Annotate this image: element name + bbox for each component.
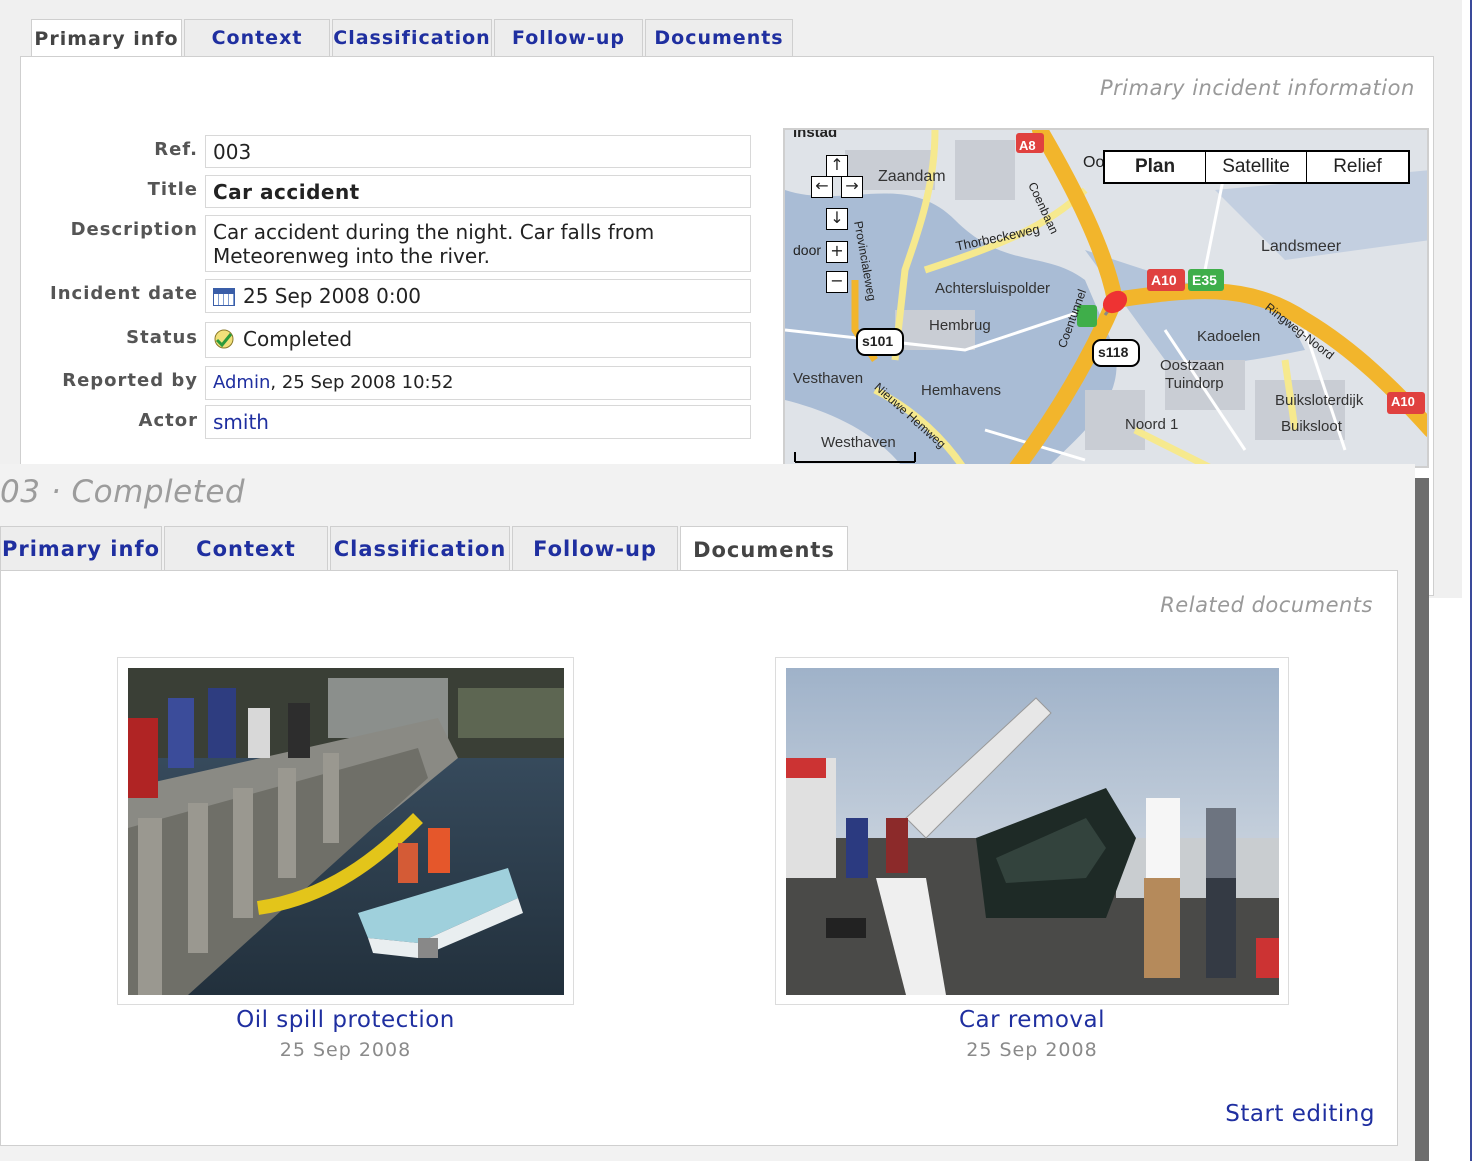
tab-follow-up[interactable]: Follow-up xyxy=(512,526,678,570)
tab-documents[interactable]: Documents xyxy=(645,19,793,56)
window-shadow-right xyxy=(1415,478,1429,1161)
documents-tab-bar: Primary info Context Classification Foll… xyxy=(0,526,850,572)
tab-classification[interactable]: Classification xyxy=(330,526,510,570)
map-shield-e35: E35 xyxy=(1192,272,1217,288)
oil-spill-photo xyxy=(128,668,564,995)
reported-at: , 25 Sep 2008 10:52 xyxy=(270,372,454,393)
title-value: Car accident xyxy=(205,175,751,208)
map-label-zaandam: Zaandam xyxy=(878,168,946,185)
document-thumbnail-car-removal[interactable] xyxy=(775,657,1289,1005)
car-removal-photo xyxy=(786,668,1279,995)
status-field: Completed xyxy=(205,322,751,358)
tab-classification[interactable]: Classification xyxy=(332,19,492,56)
map-label-oo: Oo xyxy=(1083,154,1105,171)
map-shield-s101: s101 xyxy=(862,333,894,349)
map-pan-right-button[interactable]: → xyxy=(841,176,863,198)
tab-primary-info[interactable]: Primary info xyxy=(31,19,182,58)
calendar-icon xyxy=(213,288,235,306)
document-date: 25 Sep 2008 xyxy=(966,1039,1098,1061)
actor-label: Actor xyxy=(138,410,198,431)
document-title-link[interactable]: Car removal xyxy=(775,1007,1289,1033)
actor-field: smith xyxy=(205,405,751,439)
map-shield-a10: A10 xyxy=(1151,272,1177,288)
map-type-relief[interactable]: Relief xyxy=(1307,152,1408,182)
map-pan-left-button[interactable]: ← xyxy=(811,176,833,198)
section-title: Primary incident information xyxy=(1100,76,1415,100)
map-shield-a8: A8 xyxy=(1019,138,1036,153)
document-date: 25 Sep 2008 xyxy=(279,1039,412,1061)
map-label-kadoelen: Kadoelen xyxy=(1197,328,1261,345)
tab-context[interactable]: Context xyxy=(184,19,330,56)
ref-label: Ref. xyxy=(154,139,198,160)
map-type-satellite[interactable]: Satellite xyxy=(1206,152,1307,182)
reporter-link[interactable]: Admin xyxy=(213,372,270,393)
incident-date-value: 25 Sep 2008 0:00 xyxy=(243,284,422,308)
map-label-buiksloot: Buiksloot xyxy=(1281,418,1342,435)
actor-link[interactable]: smith xyxy=(213,410,269,434)
start-editing-link[interactable]: Start editing xyxy=(1225,1101,1375,1127)
document-title-link[interactable]: Oil spill protection xyxy=(117,1007,574,1033)
reported-by-field: Admin, 25 Sep 2008 10:52 xyxy=(205,366,751,400)
section-title: Related documents xyxy=(1160,593,1373,617)
map-type-plan[interactable]: Plan xyxy=(1105,152,1206,182)
map-label-achtersluispolder: Achtersluispolder xyxy=(935,280,1051,297)
reported-by-label: Reported by xyxy=(62,370,198,391)
document-thumbnail-oil-spill[interactable] xyxy=(117,657,574,1005)
incident-heading: 03 · Completed xyxy=(0,474,246,510)
map-label-buiksloterdijk: Buiksloterdijk xyxy=(1275,392,1364,409)
ref-value: 003 xyxy=(205,135,751,168)
description-value: Car accident during the night. Car falls… xyxy=(205,215,751,272)
incident-date-label: Incident date xyxy=(50,283,198,304)
incident-documents-window: 03 · Completed Primary info Context Clas… xyxy=(0,464,1415,1161)
description-label: Description xyxy=(70,219,198,240)
documents-panel: Related documents Oil spill protection 2… xyxy=(0,570,1398,1146)
map-label-noord1: Noord 1 xyxy=(1125,416,1179,433)
title-label: Title xyxy=(147,179,198,200)
incident-date-field: 25 Sep 2008 0:00 xyxy=(205,279,751,313)
window-edge xyxy=(1470,0,1472,1161)
map-type-switcher: Plan Satellite Relief xyxy=(1103,150,1410,184)
map-label-instad: instad xyxy=(793,128,838,141)
map-label-tuindorp: Tuindorp xyxy=(1165,375,1224,392)
map-label-westhaven: Westhaven xyxy=(821,434,896,451)
incident-map[interactable]: instad Zaandam Oo door Thorbeckeweg Coen… xyxy=(783,128,1429,468)
tab-follow-up[interactable]: Follow-up xyxy=(494,19,643,56)
map-zoom-in-button[interactable]: + xyxy=(826,241,848,263)
map-label-landsmeer: Landsmeer xyxy=(1261,238,1342,255)
map-label-vesthaven: Vesthaven xyxy=(793,370,864,387)
tab-primary-info[interactable]: Primary info xyxy=(0,526,162,570)
tab-documents[interactable]: Documents xyxy=(680,526,848,572)
map-zoom-out-button[interactable]: − xyxy=(826,271,848,293)
map-label-door: door xyxy=(793,242,822,258)
map-shield-a10-east: A10 xyxy=(1391,394,1415,409)
status-value: Completed xyxy=(243,327,353,351)
map-pan-down-button[interactable]: ↓ xyxy=(826,208,848,230)
map-pan-up-button[interactable]: ↑ xyxy=(826,155,848,177)
map-label-hembrug: Hembrug xyxy=(929,317,991,334)
primary-tab-bar: Primary info Context Classification Foll… xyxy=(31,19,795,58)
map-label-hemhavens: Hemhavens xyxy=(921,382,1002,399)
completed-check-icon xyxy=(213,328,235,350)
map-shield-s118: s118 xyxy=(1098,344,1129,360)
tab-context[interactable]: Context xyxy=(164,526,328,570)
status-label: Status xyxy=(126,327,198,348)
map-label-oostzaan: Oostzaan xyxy=(1160,357,1225,374)
